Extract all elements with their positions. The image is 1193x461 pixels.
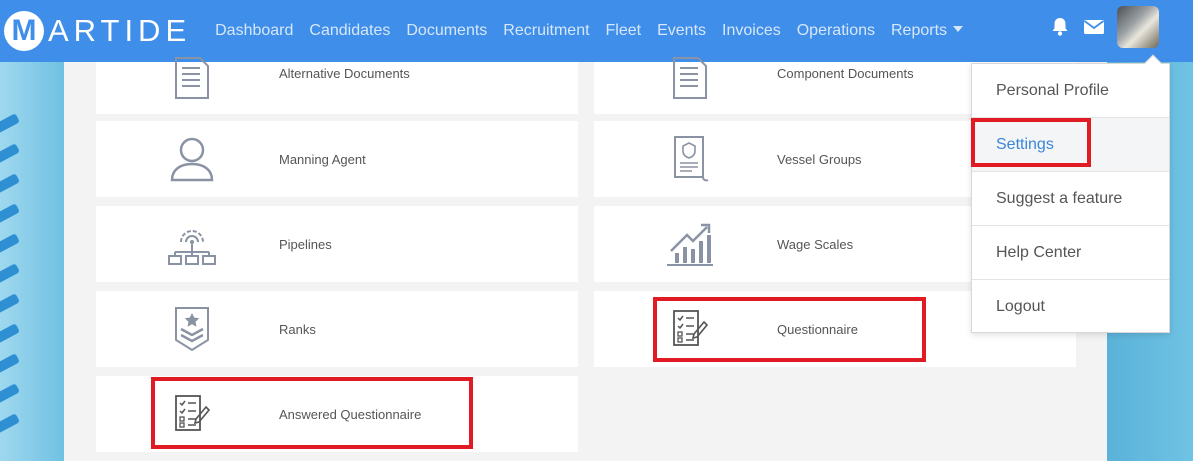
nav-operations[interactable]: Operations — [789, 22, 883, 40]
card-label: Ranks — [279, 321, 316, 337]
nav-icons — [1049, 6, 1159, 48]
card-label: Vessel Groups — [777, 151, 862, 167]
highlight-answered-questionnaire — [151, 377, 473, 449]
chevron-down-icon — [953, 26, 964, 32]
card-alternative-documents[interactable]: Alternative Documents — [96, 57, 578, 114]
menu-personal-profile[interactable]: Personal Profile — [972, 64, 1169, 118]
card-label: Pipelines — [279, 236, 332, 252]
logo-text: ARTIDE — [48, 13, 192, 48]
highlight-questionnaire — [653, 297, 926, 362]
document-icon — [164, 50, 220, 106]
card-label: Wage Scales — [777, 236, 854, 252]
network-gear-icon — [164, 216, 220, 272]
nav-invoices[interactable]: Invoices — [714, 22, 789, 40]
nav-dashboard[interactable]: Dashboard — [207, 22, 301, 40]
main-nav: Dashboard Candidates Documents Recruitme… — [207, 22, 971, 40]
document-icon — [662, 50, 718, 106]
background-left-decoration — [0, 62, 64, 461]
user-icon — [164, 131, 220, 187]
user-menu-dropdown: Personal Profile Settings Suggest a feat… — [971, 54, 1170, 334]
menu-logout[interactable]: Logout — [972, 280, 1169, 334]
envelope-icon[interactable] — [1083, 16, 1105, 38]
card-label: Manning Agent — [279, 151, 366, 167]
nav-documents[interactable]: Documents — [398, 22, 495, 40]
nav-reports-label: Reports — [891, 22, 948, 39]
highlight-settings — [971, 118, 1091, 167]
card-pipelines[interactable]: Pipelines — [96, 206, 578, 282]
certificate-icon — [662, 131, 718, 187]
nav-candidates[interactable]: Candidates — [301, 22, 398, 40]
card-label: Component Documents — [777, 65, 914, 81]
card-manning-agent[interactable]: Manning Agent — [96, 121, 578, 197]
card-label: Alternative Documents — [279, 65, 410, 81]
menu-suggest-feature[interactable]: Suggest a feature — [972, 172, 1169, 226]
rank-chevron-icon — [164, 301, 220, 357]
user-avatar[interactable] — [1117, 6, 1159, 48]
logo-mark: M — [4, 11, 44, 51]
nav-reports[interactable]: Reports — [883, 22, 971, 40]
growth-chart-icon — [662, 216, 718, 272]
menu-help-center[interactable]: Help Center — [972, 226, 1169, 280]
nav-fleet[interactable]: Fleet — [598, 22, 650, 40]
nav-events[interactable]: Events — [649, 22, 714, 40]
bell-icon[interactable] — [1049, 16, 1071, 38]
card-ranks[interactable]: Ranks — [96, 291, 578, 367]
nav-recruitment[interactable]: Recruitment — [495, 22, 597, 40]
